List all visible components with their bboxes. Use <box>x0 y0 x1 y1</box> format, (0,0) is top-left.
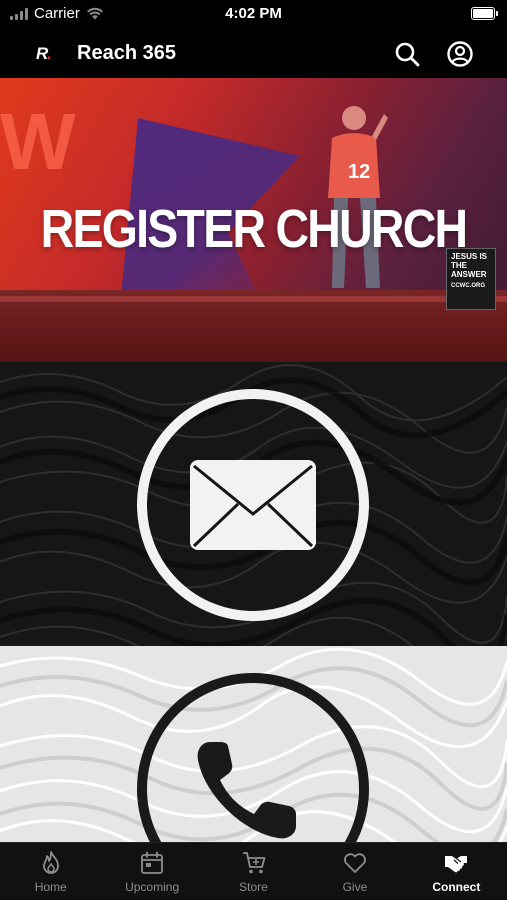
phone-icon <box>197 742 296 839</box>
speaker-image: 12 <box>328 106 388 288</box>
tab-label-connect: Connect <box>432 880 481 894</box>
envelope-icon <box>190 460 316 550</box>
tab-label-home: Home <box>34 880 67 894</box>
register-church-banner[interactable]: W 12 JESUS IS THE ANSWER CCWC.ORG REGIST… <box>0 78 507 362</box>
calendar-icon <box>141 851 164 874</box>
tab-label-upcoming: Upcoming <box>125 880 180 894</box>
logo-letter: R <box>36 44 48 63</box>
search-icon[interactable] <box>393 40 421 68</box>
logo-accent: . <box>47 44 52 63</box>
hero-background-letter: W <box>0 97 76 186</box>
status-bar: Carrier 4:02 PM <box>0 0 507 28</box>
cart-icon <box>242 852 265 874</box>
email-contact-tile[interactable] <box>0 362 507 646</box>
tab-connect[interactable]: Connect <box>406 843 507 900</box>
tab-label-store: Store <box>239 880 268 894</box>
heart-icon <box>343 853 366 873</box>
hero-sign-url: CCWC.ORG <box>451 283 485 290</box>
hero-stage-edge <box>0 296 507 302</box>
account-icon[interactable] <box>446 40 474 68</box>
tab-bar: Home Upcoming Store Give Connect <box>0 842 507 900</box>
phone-contact-tile[interactable] <box>0 646 507 842</box>
app-header: R. Reach 365 <box>0 28 507 78</box>
tab-home[interactable]: Home <box>0 843 101 900</box>
flame-icon <box>42 851 59 874</box>
status-time: 4:02 PM <box>225 5 282 22</box>
battery-icon <box>471 7 498 20</box>
hero-title: REGISTER CHURCH <box>40 199 468 259</box>
tab-give[interactable]: Give <box>304 843 405 900</box>
app-title: Reach 365 <box>77 42 176 64</box>
tab-store[interactable]: Store <box>203 843 304 900</box>
tab-label-give: Give <box>342 880 368 894</box>
handshake-icon <box>445 856 468 873</box>
app-logo: R. <box>36 44 52 64</box>
battery-fill <box>473 9 493 18</box>
svg-text:12: 12 <box>348 161 370 183</box>
tab-upcoming[interactable]: Upcoming <box>101 843 202 900</box>
